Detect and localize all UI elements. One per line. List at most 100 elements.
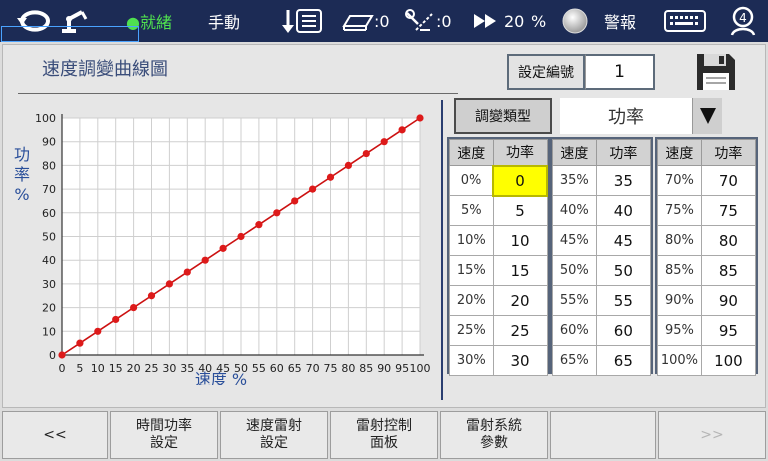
chart-data-point (147, 292, 156, 300)
power-input-cell[interactable]: 65 (595, 345, 652, 376)
chart-x-tick-label: 100 (410, 362, 431, 375)
power-input-cell[interactable]: 30 (492, 345, 548, 376)
speed-cell: 25% (449, 315, 494, 346)
speed-value[interactable]: 20 (504, 0, 524, 42)
speed-cell: 70% (657, 165, 702, 196)
fast-forward-icon (474, 0, 498, 42)
chart-x-tick-label: 75 (324, 362, 338, 375)
chart-x-tick-label: 60 (270, 362, 284, 375)
power-input-cell[interactable]: 35 (595, 165, 652, 196)
laser-control-panel-button[interactable]: 雷射控制 面板 (330, 411, 438, 459)
workpiece-count: :0 (374, 11, 390, 31)
laser-control-label-1: 雷射控制 (356, 418, 412, 434)
chart-y-tick-label: 90 (42, 136, 56, 149)
chart-data-point (130, 304, 138, 312)
chart-y-tick-label: 40 (42, 254, 56, 267)
speed-cell: 80% (657, 225, 702, 256)
chart-data-point (255, 221, 263, 229)
chart-y-tick-label: 70 (42, 183, 56, 196)
power-input-cell[interactable]: 25 (492, 315, 548, 346)
chart-x-tick-label: 70 (306, 362, 320, 375)
power-input-cell[interactable]: 90 (700, 285, 757, 316)
speed-power-table: 速度 功率 70% 70 75% 75 80% 80 85% 85 90% 90 95% 95 100% 10… (655, 137, 758, 376)
dropdown-arrow-icon[interactable] (692, 98, 722, 134)
alarm-label[interactable]: 警報 (604, 0, 636, 42)
power-input-cell[interactable]: 95 (700, 315, 757, 346)
power-input-cell[interactable]: 80 (700, 225, 757, 256)
keyboard-icon[interactable] (664, 0, 706, 42)
speed-laser-settings-button[interactable]: 速度雷射 設定 (220, 411, 328, 459)
speed-cell: 85% (657, 255, 702, 286)
svg-text:4: 4 (739, 11, 747, 25)
power-input-cell[interactable]: 15 (492, 255, 548, 286)
speed-unit: % (531, 11, 547, 31)
time-power-label-1: 時間功率 (136, 418, 192, 434)
speed-cell: 15% (449, 255, 494, 286)
speed-cell: 90% (657, 285, 702, 316)
power-column-header: 功率 (595, 139, 652, 166)
power-input-cell[interactable]: 45 (595, 225, 652, 256)
chart-data-point (416, 114, 424, 122)
modulation-type-value: 功率 (608, 107, 644, 128)
power-input-cell[interactable]: 75 (700, 195, 757, 226)
power-input-cell[interactable]: 5 (492, 195, 548, 226)
table-row: 25% 25 (449, 315, 548, 346)
table-row: 5% 5 (449, 195, 548, 226)
speed-power-table: 速度 功率 35% 35 40% 40 45% 45 50% 50 55% 55 60% 60 65% 65 (550, 137, 653, 376)
table-row: 40% 40 (552, 195, 652, 226)
modulation-type-select[interactable]: 功率 (560, 98, 722, 134)
chart-x-tick-label: 0 (59, 362, 66, 375)
speed-cell: 95% (657, 315, 702, 346)
speed-cell: 65% (552, 345, 597, 376)
chart-y-axis-label-char: 率 (14, 165, 30, 184)
set-number-input[interactable]: 1 (585, 54, 655, 90)
power-input-cell[interactable]: 40 (595, 195, 652, 226)
power-input-cell[interactable]: 60 (595, 315, 652, 346)
time-power-settings-button[interactable]: 時間功率 設定 (110, 411, 218, 459)
chart-data-point (273, 209, 281, 217)
speed-cell: 45% (552, 225, 597, 256)
next-page-label: >> (700, 426, 724, 443)
chart-y-tick-label: 80 (42, 159, 56, 172)
power-input-cell[interactable]: 70 (700, 165, 757, 196)
speed-cell: 0% (449, 165, 494, 196)
next-page-button[interactable]: >> (658, 411, 766, 459)
chart-x-tick-label: 90 (377, 362, 391, 375)
speed-power-chart: 0 5 10 15 20 25 30 35 40 45 50 55 60 65 70 75 80 85 90 95 10… (14, 112, 431, 385)
save-button[interactable] (695, 52, 737, 92)
power-input-cell[interactable]: 55 (595, 285, 652, 316)
speed-power-table: 速度 功率 0% 0 5% 5 10% 10 15% 15 20% 20 25% 25 30% 30 (447, 137, 550, 376)
table-row: 30% 30 (449, 345, 548, 376)
mode-manual[interactable]: 手動 (208, 0, 240, 42)
chart-data-point (237, 232, 245, 241)
prev-page-button[interactable]: << (2, 411, 108, 459)
power-input-cell[interactable]: 10 (492, 225, 548, 256)
tool-icon (404, 0, 436, 42)
table-row: 15% 15 (449, 255, 548, 286)
chart-data-point (183, 268, 191, 276)
table-row: 10% 10 (449, 225, 548, 256)
power-input-cell[interactable]: 50 (595, 255, 652, 286)
laser-system-params-button[interactable]: 雷射系統 參數 (440, 411, 548, 459)
chart-x-tick-label: 65 (288, 362, 302, 375)
power-input-cell[interactable]: 20 (492, 285, 548, 316)
chart-data-point (326, 173, 335, 181)
power-input-cell[interactable]: 85 (700, 255, 757, 286)
chart-y-tick-label: 0 (49, 349, 56, 362)
speed-column-header: 速度 (449, 139, 494, 166)
speed-cell: 35% (552, 165, 597, 196)
status-highlight-frame (1, 26, 139, 42)
table-row: 20% 20 (449, 285, 548, 316)
user-level-icon[interactable]: 4 (728, 0, 758, 42)
table-row: 75% 75 (657, 195, 757, 226)
chart-data-point (58, 351, 66, 359)
power-column-header: 功率 (492, 139, 548, 166)
speed-cell: 30% (449, 345, 494, 376)
chart-x-axis-label: 速度 % (195, 370, 247, 385)
power-input-cell[interactable]: 100 (700, 345, 757, 376)
speed-cell: 20% (449, 285, 494, 316)
sort-list-icon[interactable] (282, 0, 324, 42)
chart-x-tick-label: 55 (252, 362, 266, 375)
panel-divider (441, 100, 443, 400)
power-input-cell[interactable]: 0 (492, 164, 548, 197)
